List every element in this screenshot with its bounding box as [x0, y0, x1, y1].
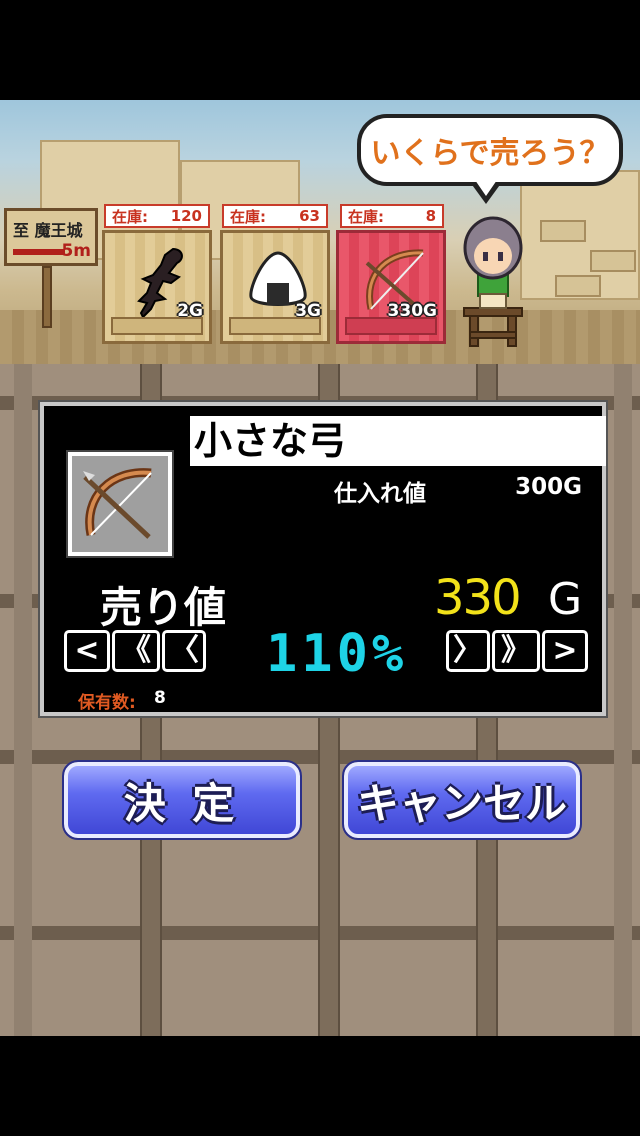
sell-price-label: 売り値 [100, 583, 227, 632]
cost-price-label: 仕入れ値 [334, 481, 426, 507]
sell-price-unit: G [548, 574, 583, 625]
stock-label: 在庫: [348, 207, 384, 226]
shop-scene: 至 魔王城 5m 在庫: 120 2G 在庫: 63 3G 在庫: 8 330G… [0, 100, 640, 364]
crate-base [111, 317, 203, 335]
owned-count-value: 8 [154, 688, 166, 708]
sell-price-panel: 小さな弓 仕入れ値 300G 売り値 330 G < 《 〈 110% 〉 》 … [38, 400, 608, 718]
rubble-brick [540, 220, 586, 242]
cost-price-value: 300G [515, 474, 582, 500]
rubble-brick [555, 275, 601, 297]
cancel-button[interactable]: キャンセル [342, 760, 582, 840]
arrow-left-icon [13, 249, 65, 255]
stock-badge: 在庫: 63 [222, 204, 328, 228]
rubble-brick [590, 250, 636, 272]
speech-bubble-tail-fill [475, 180, 497, 196]
stock-label: 在庫: [230, 207, 266, 226]
item-name: 小さな弓 [190, 416, 606, 466]
decrease-large-button[interactable]: 《 [112, 630, 160, 672]
speech-bubble: いくらで売ろう？ [357, 114, 623, 186]
confirm-button[interactable]: 決 定 [62, 760, 302, 840]
item-thumbnail [66, 450, 174, 558]
increase-max-button[interactable]: > [542, 630, 588, 672]
markup-percent: 110% [266, 624, 408, 684]
owned-count-label: 保有数: [78, 693, 136, 713]
stock-count: 8 [425, 207, 436, 225]
sign-distance: 5m [61, 241, 91, 261]
stock-label: 在庫: [112, 207, 148, 226]
increase-large-button[interactable]: 》 [492, 630, 540, 672]
decrease-small-button[interactable]: 〈 [162, 630, 206, 672]
speech-bubble-text: いくらで売ろう？ [370, 136, 610, 171]
wall-rail [614, 364, 632, 1036]
signpost: 至 魔王城 5m [4, 208, 98, 266]
increase-small-button[interactable]: 〉 [446, 630, 490, 672]
shopkeeper-character [463, 216, 523, 347]
shelf-item-bow[interactable]: 330G [336, 230, 446, 344]
bow-icon [83, 468, 152, 539]
stock-badge: 在庫: 8 [340, 204, 444, 228]
stock-count: 63 [299, 207, 320, 225]
crate-base [345, 317, 437, 335]
sign-text: 至 魔王城 [13, 221, 83, 240]
decrease-max-button[interactable]: < [64, 630, 110, 672]
shelf-item-lizard[interactable]: 2G [102, 230, 212, 344]
wall-rail [14, 364, 32, 1036]
stock-count: 120 [170, 207, 202, 225]
stock-badge: 在庫: 120 [104, 204, 210, 228]
crate-base [229, 317, 321, 335]
sign-pole [42, 266, 52, 328]
sell-price-value: 330 [434, 570, 522, 626]
shelf-item-rice-ball[interactable]: 3G [220, 230, 330, 344]
